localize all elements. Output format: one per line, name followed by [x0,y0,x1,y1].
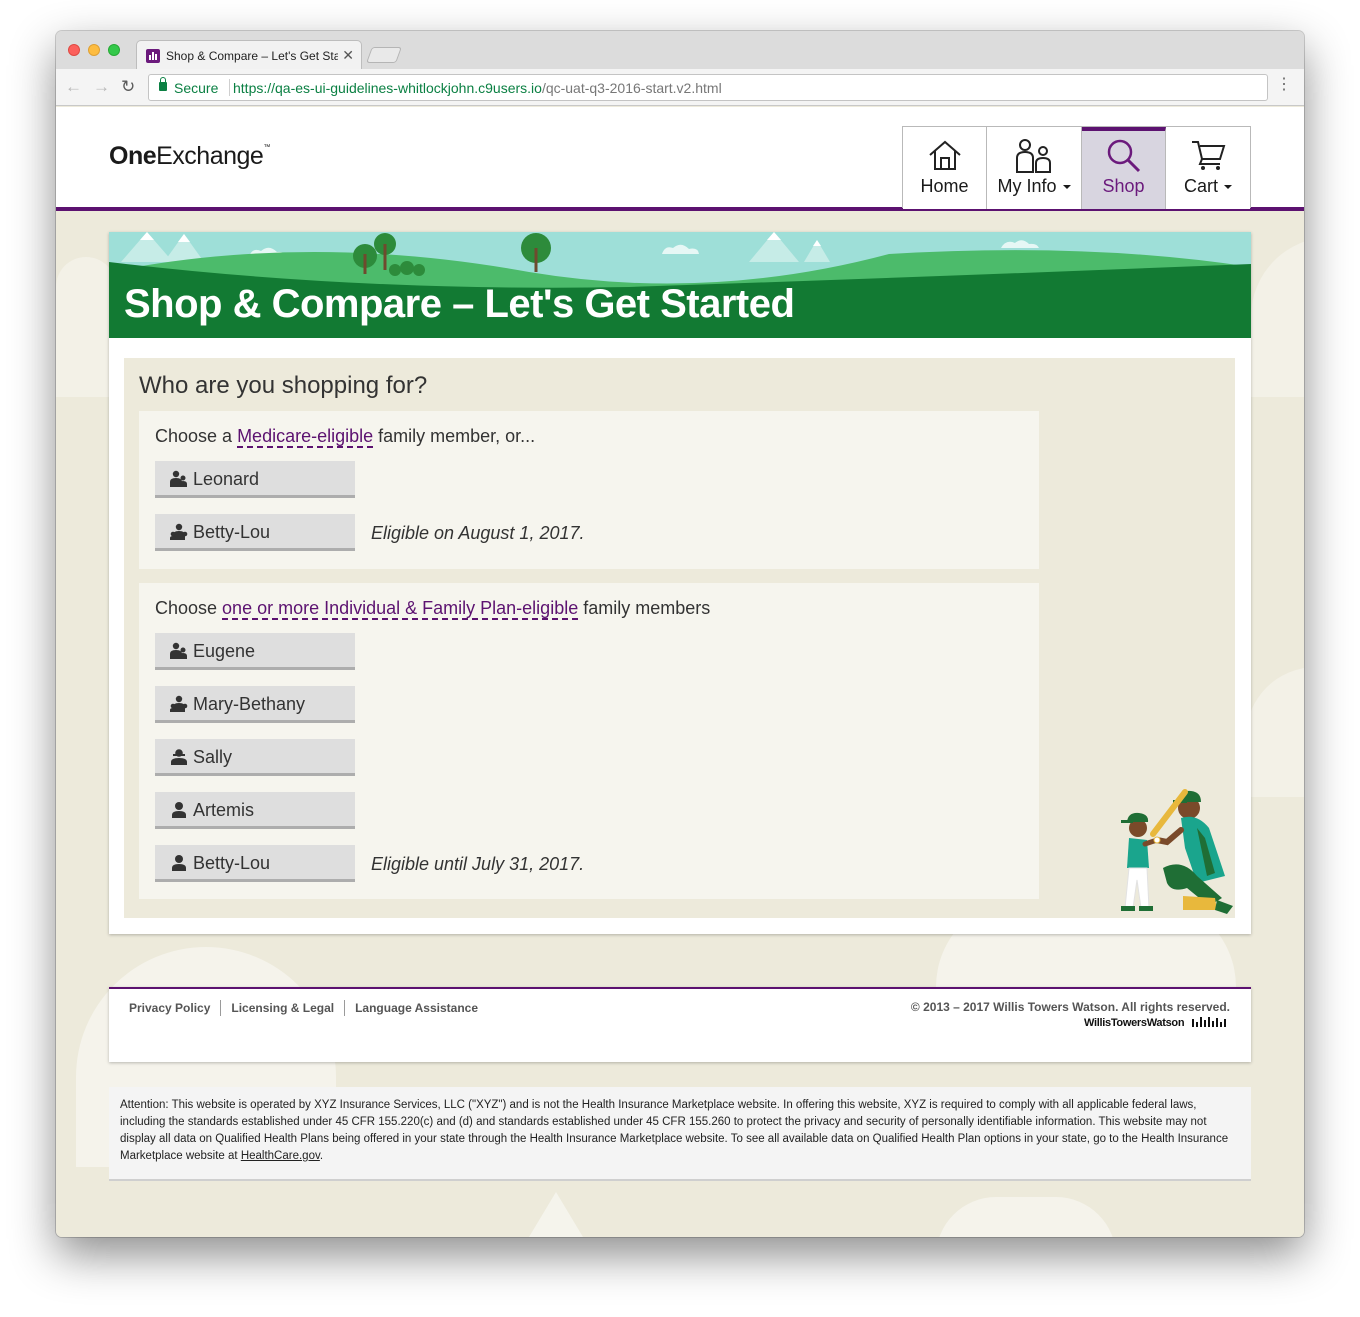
member-button-sally[interactable]: Sally [155,739,355,776]
secure-label: Secure [174,80,219,96]
main-card: Shop & Compare – Let's Get Started Who a… [109,232,1251,934]
back-arrow-icon[interactable]: ← [65,77,82,97]
browser-toolbar: ← → ↻ Secure https://qa-es-ui-guidelines… [56,69,1304,106]
address-bar[interactable]: Secure https://qa-es-ui-guidelines-whitl… [148,74,1268,101]
maximize-window-button[interactable] [108,44,120,56]
member-button-betty-lou-ifp[interactable]: Betty-Lou [155,845,355,882]
oneexchange-logo[interactable]: OneExchange™ [109,142,270,171]
browser-window: Shop & Compare – Let's Get Started ✕ ← →… [56,31,1304,1237]
ifp-section: Choose one or more Individual & Family P… [139,583,1039,899]
nav-shop[interactable]: Shop [1082,127,1166,209]
url-text: https://qa-es-ui-guidelines-whitlockjohn… [233,80,722,96]
willis-towers-watson-logo: WillisTowersWatson [1084,1017,1230,1029]
house-icon [928,140,961,170]
tab-strip: Shop & Compare – Let's Get Started ✕ [56,31,1304,70]
member-button-eugene[interactable]: Eugene [155,633,355,670]
copyright-text: © 2013 – 2017 Willis Towers Watson. All … [910,1000,1230,1014]
main-nav: Home My Info Shop Cart [902,126,1251,209]
baseball-family-illustration [1121,789,1233,914]
cart-icon [1192,141,1226,170]
healthcare-gov-link[interactable]: HealthCare.gov [241,1150,320,1162]
nav-my-info[interactable]: My Info [987,127,1082,209]
minimize-window-button[interactable] [88,44,100,56]
nav-home[interactable]: Home [903,127,987,209]
person-icon [172,802,186,818]
tab-close-icon[interactable]: ✕ [342,47,354,64]
site-header: OneExchange™ Home My Info Shop Cart [56,107,1304,211]
medicare-eligible-link[interactable]: Medicare-eligible [237,426,374,448]
language-assistance-link[interactable]: Language Assistance [345,1000,488,1016]
person-couple-icon [170,642,187,659]
person-icon [172,855,186,871]
member-button-leonard[interactable]: Leonard [155,461,355,498]
legal-disclaimer: Attention: This website is operated by X… [109,1087,1251,1181]
wtw-bars-icon [1192,1017,1226,1027]
eligibility-note: Eligible until July 31, 2017. [371,854,585,874]
browser-menu-icon[interactable]: ⋮ [1276,77,1292,93]
ifp-section-title: Choose one or more Individual & Family P… [155,598,711,620]
reload-icon[interactable]: ↻ [121,77,135,97]
person-couple-icon [170,523,188,540]
member-button-betty-lou-medicare[interactable]: Betty-Lou [155,514,355,551]
chevron-down-icon [1224,185,1232,190]
shopping-for-panel: Who are you shopping for? Choose a Medic… [124,358,1235,918]
medicare-section: Choose a Medicare-eligible family member… [139,411,1039,569]
page-title: Shop & Compare – Let's Get Started [124,282,795,326]
eligibility-note: Eligible on August 1, 2017. [371,523,585,543]
privacy-policy-link[interactable]: Privacy Policy [129,1000,222,1016]
new-tab-button[interactable] [366,47,402,63]
person-couple-icon [170,470,187,487]
page-viewport: OneExchange™ Home My Info Shop Cart Shop… [56,107,1304,1237]
licensing-legal-link[interactable]: Licensing & Legal [221,1000,346,1016]
close-window-button[interactable] [68,44,80,56]
medicare-section-title: Choose a Medicare-eligible family member… [155,426,536,448]
lock-icon [159,77,167,91]
person-couple-icon [170,695,188,712]
hero-banner: Shop & Compare – Let's Get Started [109,232,1251,338]
browser-tab[interactable]: Shop & Compare – Let's Get Started ✕ [136,40,362,70]
member-button-artemis[interactable]: Artemis [155,792,355,829]
tab-title: Shop & Compare – Let's Get Started [166,49,338,63]
person-icon [171,749,187,765]
people-icon [1016,139,1051,173]
site-favicon-icon [146,49,160,63]
nav-cart[interactable]: Cart [1166,127,1250,209]
ifp-eligible-link[interactable]: one or more Individual & Family Plan-eli… [222,598,579,620]
forward-arrow-icon[interactable]: → [93,77,110,97]
panel-heading: Who are you shopping for? [139,372,428,399]
magnifier-icon [1107,139,1140,173]
member-button-mary-bethany[interactable]: Mary-Bethany [155,686,355,723]
site-footer: Privacy Policy Licensing & Legal Languag… [109,987,1251,1062]
footer-links: Privacy Policy Licensing & Legal Languag… [129,1000,488,1016]
chevron-down-icon [1062,185,1071,190]
